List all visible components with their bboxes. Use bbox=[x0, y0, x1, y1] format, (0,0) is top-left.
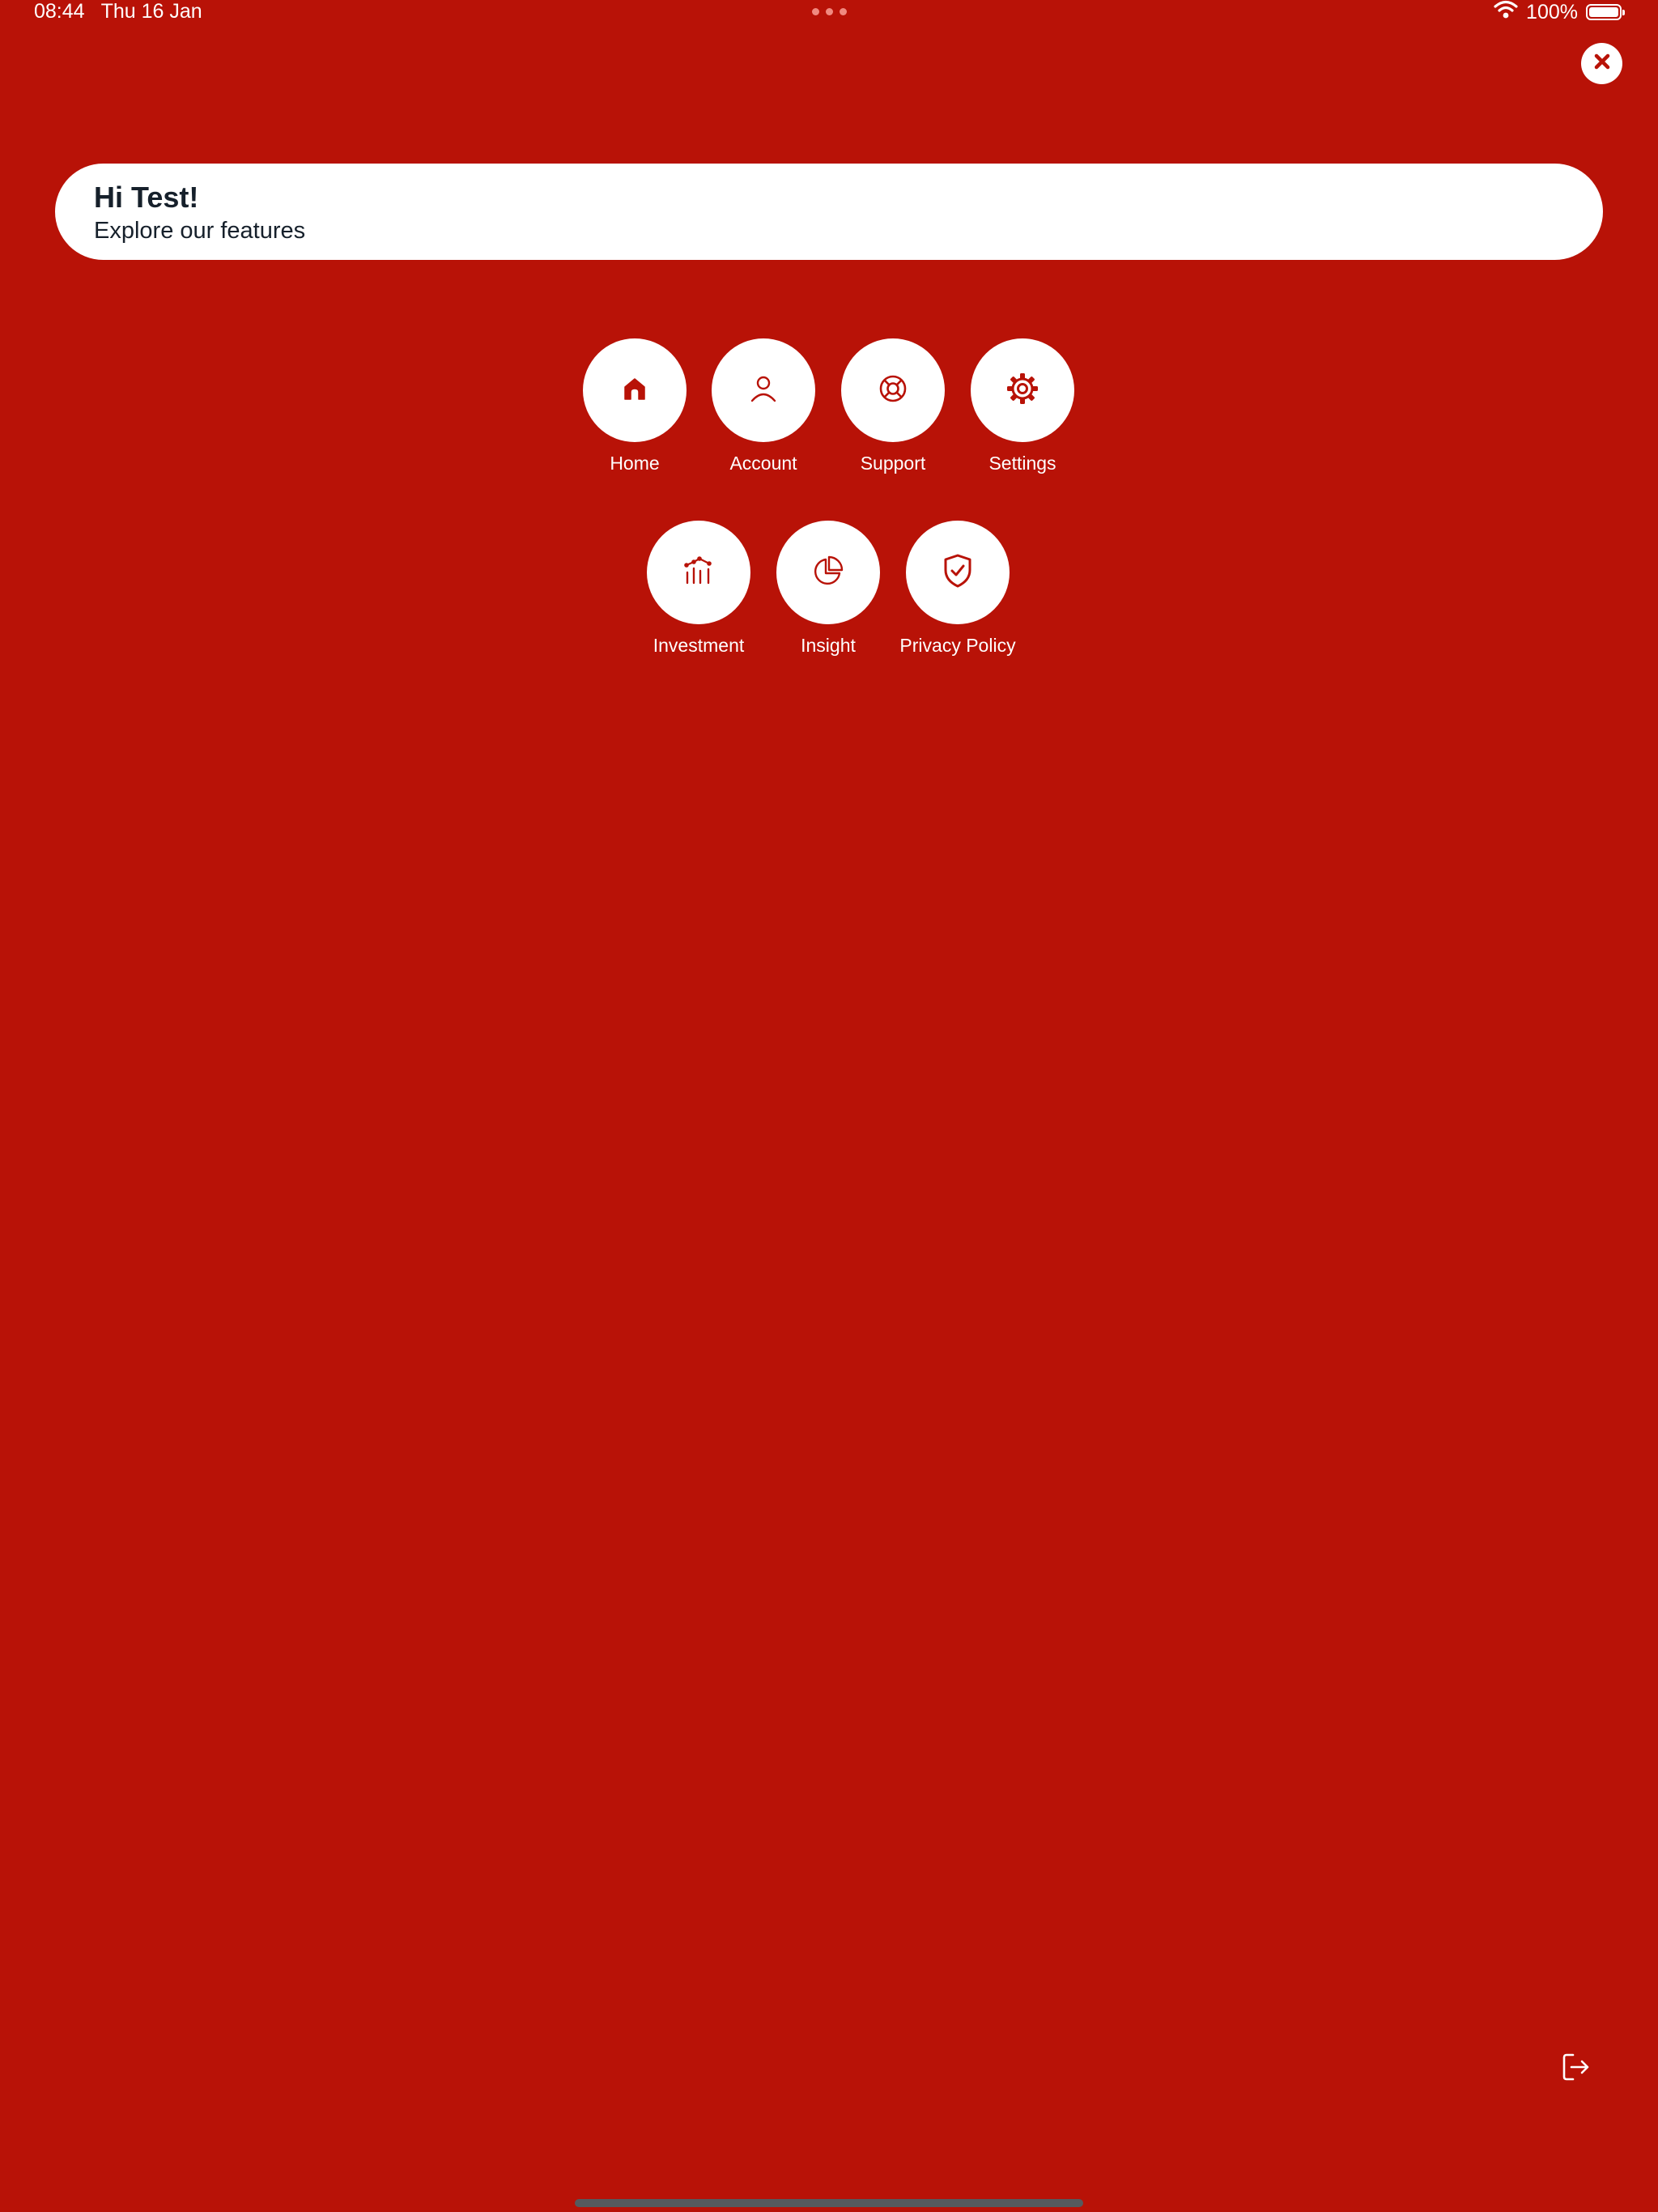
lifebuoy-icon bbox=[878, 373, 908, 408]
dot-icon bbox=[812, 8, 819, 15]
feature-settings-button[interactable] bbox=[971, 338, 1074, 442]
home-icon bbox=[621, 375, 648, 406]
wifi-icon bbox=[1494, 0, 1518, 24]
feature-investment-button[interactable] bbox=[647, 521, 750, 624]
pie-chart-icon bbox=[812, 555, 844, 591]
status-indicators: 100% bbox=[1494, 0, 1625, 24]
investment-chart-icon bbox=[682, 555, 715, 591]
status-time: 08:44 bbox=[34, 0, 85, 23]
greeting-subtitle: Explore our features bbox=[94, 218, 306, 244]
dot-icon bbox=[826, 8, 833, 15]
gear-icon bbox=[1005, 372, 1039, 410]
battery-level bbox=[1589, 7, 1618, 17]
user-icon bbox=[748, 373, 779, 408]
status-date: Thu 16 Jan bbox=[100, 0, 202, 23]
feature-settings[interactable]: Settings bbox=[942, 338, 1103, 474]
greeting-card: Hi Test! Explore our features bbox=[55, 164, 1603, 260]
feature-support-button[interactable] bbox=[841, 338, 945, 442]
battery-percentage: 100% bbox=[1526, 1, 1578, 23]
status-time-date: 08:44 Thu 16 Jan bbox=[34, 0, 202, 23]
feature-privacy-policy-button[interactable] bbox=[906, 521, 1010, 624]
feature-account-button[interactable] bbox=[712, 338, 815, 442]
feature-insight-button[interactable] bbox=[776, 521, 880, 624]
battery-icon bbox=[1586, 4, 1625, 20]
feature-privacy-policy[interactable]: Privacy Policy bbox=[877, 521, 1039, 657]
greeting-title: Hi Test! bbox=[94, 181, 199, 214]
logout-icon bbox=[1560, 2051, 1592, 2087]
close-icon bbox=[1593, 53, 1611, 74]
status-bar: 08:44 Thu 16 Jan 100% bbox=[0, 0, 1658, 24]
logout-button[interactable] bbox=[1558, 2051, 1594, 2087]
multitasking-handle[interactable] bbox=[812, 8, 847, 15]
close-button[interactable] bbox=[1581, 43, 1622, 84]
dot-icon bbox=[840, 8, 847, 15]
feature-label: Settings bbox=[988, 453, 1056, 474]
home-indicator[interactable] bbox=[575, 2199, 1083, 2207]
feature-label: Privacy Policy bbox=[899, 635, 1016, 656]
feature-home-button[interactable] bbox=[583, 338, 687, 442]
shield-check-icon bbox=[942, 553, 974, 593]
